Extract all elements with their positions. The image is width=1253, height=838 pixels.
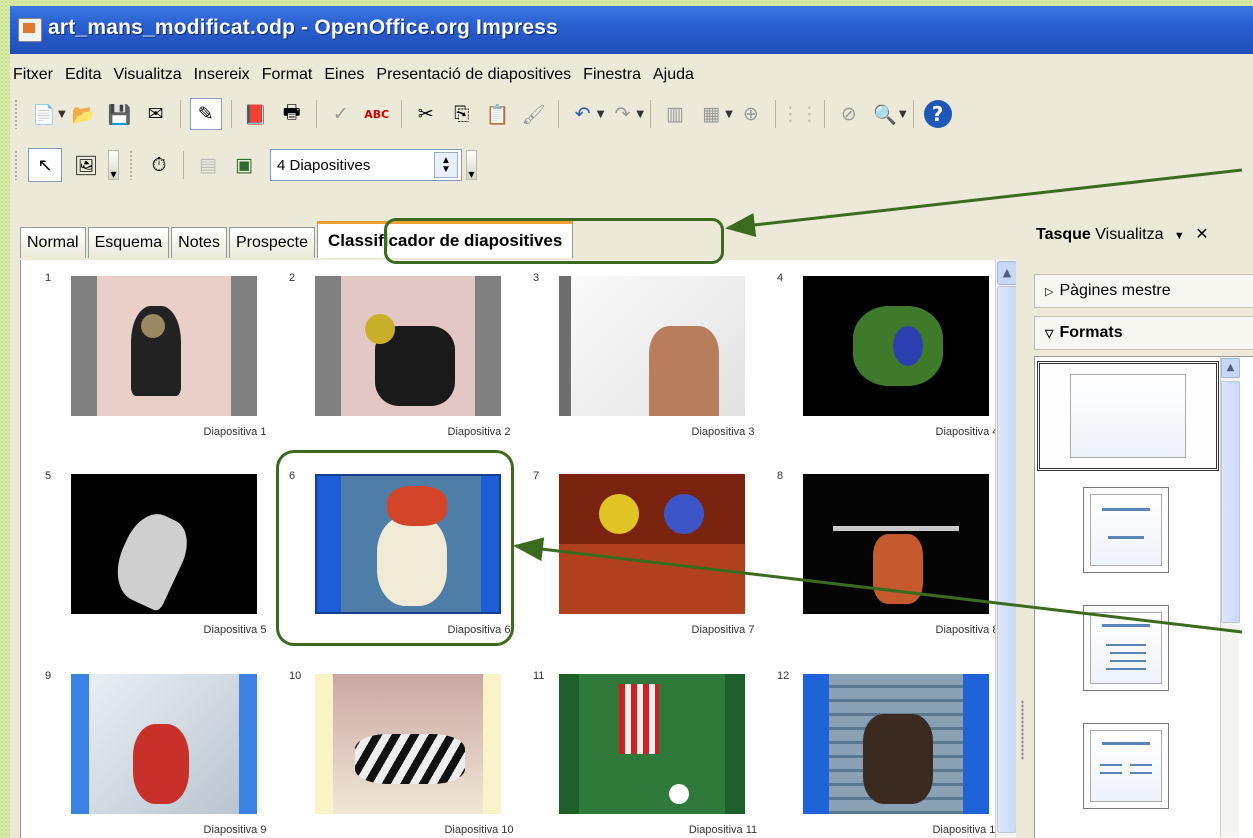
annotation-arrows [513, 168, 1243, 634]
impress-window: art_mans_modificat.odp - OpenOffice.org … [10, 6, 1253, 838]
